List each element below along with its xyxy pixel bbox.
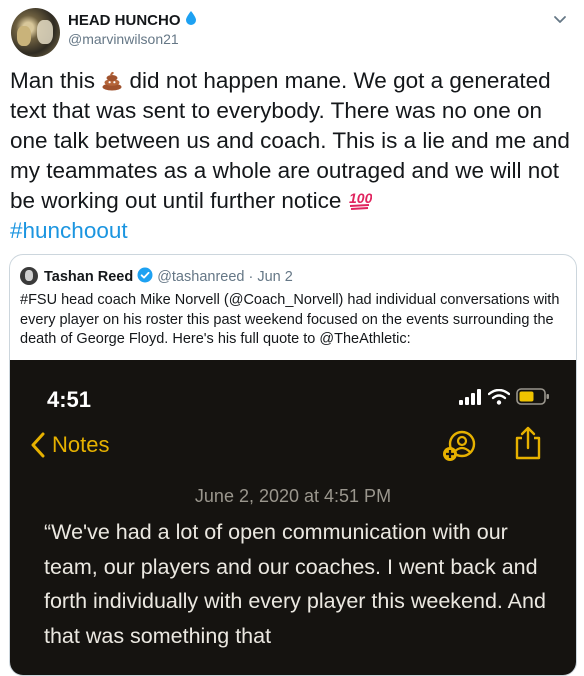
- tweet-text-part: Man this: [10, 68, 102, 93]
- share-icon[interactable]: [514, 426, 542, 465]
- quoted-media-image[interactable]: 4:51 Notes June 2, 2020 at 4:51 PM “We'v…: [10, 360, 576, 675]
- status-time: 4:51: [47, 387, 92, 412]
- author-handle[interactable]: @marvinwilson21: [68, 31, 179, 47]
- verified-badge-icon: [137, 267, 153, 287]
- avatar-detail: [17, 26, 31, 46]
- chevron-left-icon: [31, 432, 45, 458]
- note-date: June 2, 2020 at 4:51 PM: [194, 486, 392, 506]
- tweet-text: Man this did not happen mane. We got a g…: [10, 66, 575, 246]
- water-drop-icon: [185, 10, 197, 30]
- notes-back-button[interactable]: Notes: [30, 432, 109, 458]
- add-person-icon[interactable]: [440, 430, 480, 469]
- hashtag-link[interactable]: #hunchoout: [10, 218, 128, 243]
- quoted-tweet-text: #FSU head coach Mike Norvell (@Coach_Nor…: [20, 292, 560, 347]
- author-name-row: HEAD HUNCHO: [68, 10, 197, 30]
- quoted-tweet-card[interactable]: Tashan Reed @tashanreed · Jun 2 #FSU hea…: [9, 254, 577, 676]
- quoted-handle: @tashanreed: [157, 269, 245, 285]
- quoted-tweet-header: Tashan Reed @tashanreed · Jun 2: [44, 267, 293, 287]
- emoji-glyph: 100: [349, 190, 372, 206]
- signal-bars-icon: [459, 388, 481, 405]
- hundred-points-emoji-icon: 100: [348, 189, 372, 211]
- note-body: “We've had a lot of open communication w…: [44, 520, 546, 648]
- chevron-down-icon[interactable]: [550, 12, 570, 28]
- quoted-avatar: [20, 267, 38, 285]
- avatar-detail: [37, 20, 53, 44]
- quoted-date: Jun 2: [257, 269, 293, 285]
- display-name[interactable]: HEAD HUNCHO: [68, 12, 181, 29]
- status-icons: [458, 388, 550, 405]
- pile-of-poo-emoji-icon: [101, 69, 123, 91]
- meta-separator: ·: [248, 269, 254, 285]
- wifi-icon: [488, 388, 510, 405]
- quoted-display-name: Tashan Reed: [44, 269, 134, 285]
- battery-low-icon: [516, 388, 549, 405]
- notes-back-label: Notes: [52, 432, 110, 457]
- avatar[interactable]: [11, 8, 60, 57]
